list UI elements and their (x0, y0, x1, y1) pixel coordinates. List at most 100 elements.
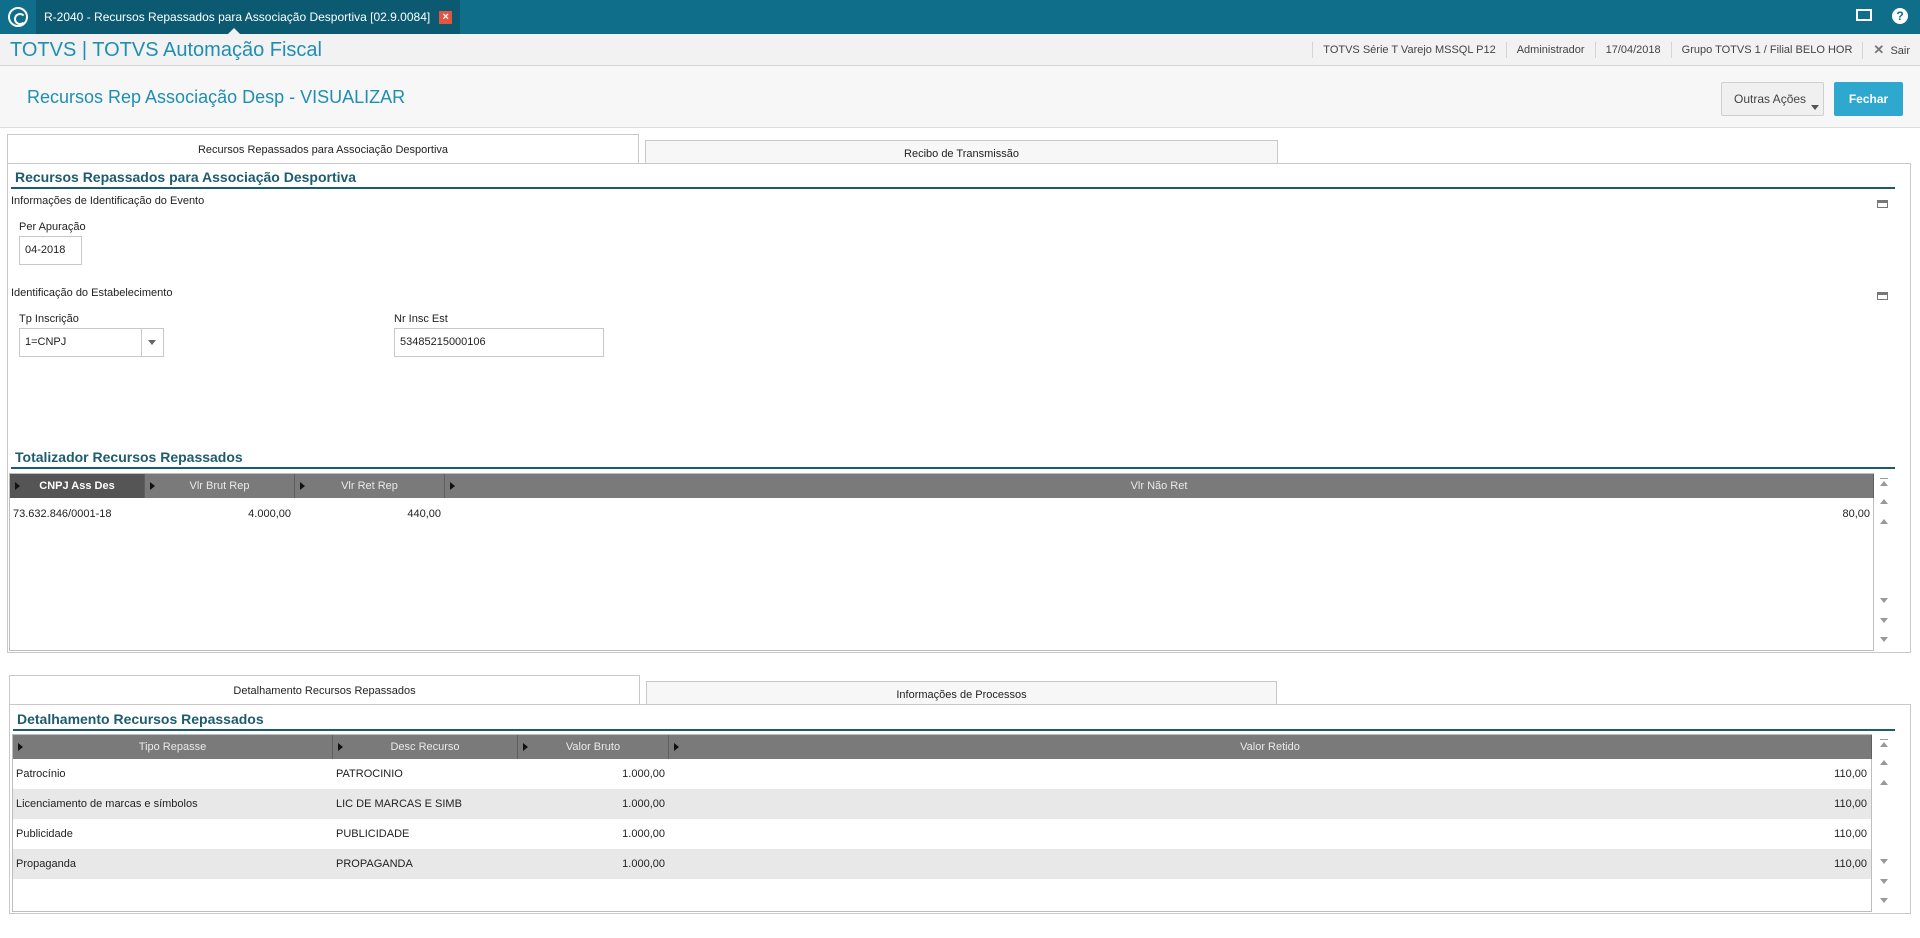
dropdown-arrow-icon[interactable] (141, 329, 163, 356)
table-cell: Propaganda (16, 858, 76, 870)
date-label[interactable]: 17/04/2018 (1594, 42, 1671, 58)
event-group-label: Informações de Identificação do Evento (11, 195, 205, 207)
table-cell: Publicidade (16, 828, 73, 840)
table-cell: 110,00 (1834, 768, 1867, 780)
table-cell: LIC DE MARCAS E SIMB (336, 798, 462, 810)
exit-button[interactable]: ✕ Sair (1862, 41, 1920, 59)
table-cell: 1.000,00 (622, 858, 665, 870)
other-actions-button[interactable]: Outras Ações (1721, 82, 1824, 116)
table-cell: 1.000,00 (622, 768, 665, 780)
table-row[interactable]: Licenciamento de marcas e símbolos LIC D… (13, 789, 1871, 819)
close-icon: ✕ (1873, 41, 1885, 57)
collapse-icon[interactable] (1877, 200, 1888, 208)
table-cell: PUBLICIDADE (336, 828, 410, 840)
detalhamento-grid: Tipo Repasse Desc Recurso Valor Bruto Va… (12, 734, 1872, 912)
mail-icon[interactable] (1856, 9, 1872, 21)
totalizador-scrollbar[interactable] (1877, 476, 1891, 648)
detalhamento-title: Detalhamento Recursos Repassados (17, 711, 264, 727)
app-header: TOTVS | TOTVS Automação Fiscal TOTVS Sér… (0, 34, 1920, 66)
nr-insc-label: Nr Insc Est (394, 313, 448, 325)
page-title: Recursos Rep Associação Desp - VISUALIZA… (27, 87, 406, 107)
tp-inscricao-label: Tp Inscrição (19, 313, 79, 325)
section-divider (11, 187, 1895, 189)
estab-group-label: Identificação do Estabelecimento (11, 287, 173, 299)
close-tab-icon[interactable]: × (439, 11, 453, 24)
column-header[interactable]: CNPJ Ass Des (10, 474, 145, 498)
home-icon[interactable] (8, 7, 28, 27)
form-section-title: Recursos Repassados para Associação Desp… (15, 169, 357, 185)
scroll-down-icon[interactable] (1880, 898, 1888, 903)
column-header[interactable]: Tipo Repasse (13, 735, 333, 759)
column-marker-icon (338, 743, 343, 751)
line-down-icon[interactable] (1880, 859, 1888, 864)
scroll-down-icon[interactable] (1880, 637, 1888, 642)
column-marker-icon (300, 482, 305, 490)
column-header[interactable]: Valor Retido (669, 735, 1872, 759)
scroll-up-icon[interactable] (1880, 481, 1888, 486)
table-row[interactable]: Patrocínio PATROCINIO 1.000,00 110,00 (13, 759, 1871, 789)
column-header[interactable]: Vlr Ret Rep (295, 474, 445, 498)
page-down-icon[interactable] (1880, 618, 1888, 623)
per-apuracao-label: Per Apuração (19, 221, 86, 233)
per-apuracao-field[interactable]: 04-2018 (19, 236, 82, 265)
window-tab[interactable]: R-2040 - Recursos Repassados para Associ… (36, 0, 461, 34)
column-marker-icon (523, 743, 528, 751)
session-info: TOTVS Série T Varejo MSSQL P12 Administr… (1312, 34, 1920, 66)
tab-detalhamento[interactable]: Detalhamento Recursos Repassados (9, 675, 640, 705)
other-actions-label: Outras Ações (1734, 92, 1807, 106)
column-header[interactable]: Desc Recurso (333, 735, 518, 759)
table-cell: 110,00 (1834, 828, 1867, 840)
scroll-top-icon[interactable] (1880, 478, 1888, 479)
table-cell: 80,00 (1842, 508, 1870, 520)
detalhamento-scrollbar[interactable] (1877, 737, 1891, 909)
column-header[interactable]: Vlr Não Ret (445, 474, 1874, 498)
table-row[interactable]: 73.632.846/0001-18 4.000,00 440,00 80,00 (10, 499, 1873, 529)
page-up-icon[interactable] (1880, 499, 1888, 504)
app-brand: TOTVS | TOTVS Automação Fiscal (10, 39, 322, 61)
column-header[interactable]: Valor Bruto (518, 735, 669, 759)
page-title-bar: Recursos Rep Associação Desp - VISUALIZA… (0, 66, 1920, 128)
table-cell: Licenciamento de marcas e símbolos (16, 798, 198, 810)
table-cell: 1.000,00 (622, 798, 665, 810)
table-cell: 440,00 (407, 508, 441, 520)
line-down-icon[interactable] (1880, 598, 1888, 603)
line-up-icon[interactable] (1880, 780, 1888, 785)
help-icon[interactable]: ? (1892, 8, 1908, 24)
table-cell: Patrocínio (16, 768, 66, 780)
table-cell: PATROCINIO (336, 768, 403, 780)
tab-recursos-repassados[interactable]: Recursos Repassados para Associação Desp… (7, 134, 639, 164)
totalizador-grid: CNPJ Ass Des Vlr Brut Rep Vlr Ret Rep Vl… (9, 473, 1874, 651)
window-tab-title: R-2040 - Recursos Repassados para Associ… (44, 10, 431, 24)
scroll-up-icon[interactable] (1880, 742, 1888, 747)
branch-label[interactable]: Grupo TOTVS 1 / Filial BELO HOR (1670, 42, 1863, 58)
column-marker-icon (450, 482, 455, 490)
user-label[interactable]: Administrador (1505, 42, 1595, 58)
column-marker-icon (18, 743, 23, 751)
window-tab-bar: R-2040 - Recursos Repassados para Associ… (0, 0, 1920, 34)
table-cell: 4.000,00 (248, 508, 291, 520)
line-up-icon[interactable] (1880, 519, 1888, 524)
tp-inscricao-select[interactable]: 1=CNPJ (19, 328, 164, 357)
grid-header: Tipo Repasse Desc Recurso Valor Bruto Va… (13, 735, 1872, 759)
environment-label[interactable]: TOTVS Série T Varejo MSSQL P12 (1312, 42, 1505, 58)
column-marker-icon (674, 743, 679, 751)
totalizador-title: Totalizador Recursos Repassados (15, 449, 243, 465)
nr-insc-field[interactable]: 53485215000106 (394, 328, 604, 357)
collapse-icon[interactable] (1877, 292, 1888, 300)
section-divider (11, 467, 1895, 469)
page-up-icon[interactable] (1880, 760, 1888, 765)
page-down-icon[interactable] (1880, 879, 1888, 884)
column-header[interactable]: Vlr Brut Rep (145, 474, 295, 498)
grid-header: CNPJ Ass Des Vlr Brut Rep Vlr Ret Rep Vl… (10, 474, 1874, 498)
section-divider (13, 729, 1895, 731)
table-row[interactable]: Publicidade PUBLICIDADE 1.000,00 110,00 (13, 819, 1871, 849)
scroll-top-icon[interactable] (1880, 739, 1888, 740)
chevron-down-icon (1811, 105, 1819, 110)
table-cell: 110,00 (1834, 798, 1867, 810)
table-row[interactable]: Propaganda PROPAGANDA 1.000,00 110,00 (13, 849, 1871, 879)
tp-inscricao-value: 1=CNPJ (25, 336, 67, 348)
exit-label: Sair (1890, 44, 1910, 57)
close-button[interactable]: Fechar (1834, 82, 1903, 116)
table-cell: 1.000,00 (622, 828, 665, 840)
table-cell: 73.632.846/0001-18 (13, 508, 112, 520)
